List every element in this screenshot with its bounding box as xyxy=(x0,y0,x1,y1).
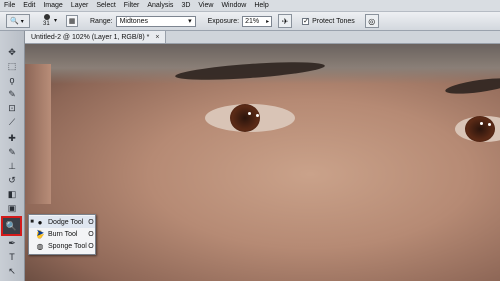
image-canvas[interactable] xyxy=(25,44,500,281)
eraser-tool-icon[interactable]: ◧ xyxy=(4,187,20,201)
ear-region xyxy=(25,64,51,204)
menu-view[interactable]: View xyxy=(194,0,217,11)
exposure-value: 21% xyxy=(245,17,260,25)
brush-size: 31 xyxy=(43,21,50,27)
dodge-icon: ● xyxy=(37,217,43,227)
chevron-down-icon: ▾ xyxy=(54,18,58,24)
flyout-item-sponge-tool[interactable]: ◍ Sponge Tool O xyxy=(29,240,95,252)
quick-selection-tool-icon[interactable]: ✎ xyxy=(4,87,20,101)
toolbox: ✥ ⬚ ϙ ✎ ⊡ ⟋ ✚ ✎ ⊥ ↺ ◧ ▣ 🔍 ✒ T ↖ xyxy=(0,31,25,281)
menu-edit[interactable]: Edit xyxy=(19,0,39,11)
options-bar: 🔍 ▾ 31 ▾ ▦ Range: Midtones ▾ Exposure: 2… xyxy=(0,12,500,31)
menu-layer[interactable]: Layer xyxy=(67,0,93,11)
menu-window[interactable]: Window xyxy=(217,0,250,11)
flyout-item-dodge-tool[interactable]: ■ ● Dodge Tool O xyxy=(29,216,95,228)
lasso-tool-icon[interactable]: ϙ xyxy=(4,73,20,87)
menu-select[interactable]: Select xyxy=(92,0,119,11)
chevron-right-icon: ▸ xyxy=(266,18,270,25)
iris-left xyxy=(230,104,260,132)
brush-panel-button[interactable]: ▦ xyxy=(66,15,78,27)
range-select[interactable]: Midtones ▾ xyxy=(115,15,196,27)
flyout-item-label: Dodge Tool xyxy=(48,218,84,226)
shortcut-key: O xyxy=(88,230,94,238)
shortcut-key: O xyxy=(88,218,94,226)
menu-filter[interactable]: Filter xyxy=(120,0,144,11)
chevron-down-icon: ▾ xyxy=(20,18,24,25)
flyout-item-label: Sponge Tool xyxy=(48,242,87,250)
type-tool-icon[interactable]: T xyxy=(4,250,20,264)
brush-tip-icon xyxy=(44,14,50,20)
menu-image[interactable]: Image xyxy=(39,0,66,11)
eye-glint xyxy=(488,123,491,126)
tablet-pressure-button[interactable]: ◎ xyxy=(364,14,379,28)
document-tab[interactable]: Untitled-2 @ 102% (Layer 1, RGB/8) * × xyxy=(25,31,167,43)
airbrush-button[interactable]: ✈ xyxy=(278,14,293,28)
sponge-icon: ◍ xyxy=(36,241,44,251)
brush-tool-icon[interactable]: ✎ xyxy=(4,145,20,159)
document-title: Untitled-2 @ 102% (Layer 1, RGB/8) * xyxy=(31,33,150,41)
menu-file[interactable]: File xyxy=(0,0,19,11)
dodge-icon: 🔍 xyxy=(10,18,19,25)
brush-preset-picker[interactable]: 31 ▾ xyxy=(40,13,62,29)
tool-preset-picker[interactable]: 🔍 ▾ xyxy=(6,14,30,28)
menu-bar: File Edit Image Layer Select Filter Anal… xyxy=(0,0,500,12)
history-brush-tool-icon[interactable]: ↺ xyxy=(4,173,20,187)
iris-right xyxy=(465,116,495,142)
menu-analysis[interactable]: Analysis xyxy=(143,0,177,11)
exposure-label: Exposure: xyxy=(207,17,240,25)
eye-glint xyxy=(248,112,251,115)
mouse-cursor-icon: ➤ xyxy=(36,228,45,239)
menu-help[interactable]: Help xyxy=(250,0,272,11)
close-icon[interactable]: × xyxy=(155,34,159,41)
shortcut-key: O xyxy=(88,242,94,250)
range-value: Midtones xyxy=(119,17,148,25)
eye-glint xyxy=(480,122,483,125)
brush-panel-icon: ▦ xyxy=(68,18,76,25)
eye-glint xyxy=(256,114,259,117)
crop-tool-icon[interactable]: ⊡ xyxy=(4,101,20,115)
marquee-tool-icon[interactable]: ⬚ xyxy=(4,59,20,73)
chevron-down-icon: ▾ xyxy=(188,18,192,25)
exposure-input[interactable]: 21% ▸ xyxy=(242,15,273,27)
dodge-tool-icon[interactable]: 🔍 xyxy=(1,216,22,236)
menu-3d[interactable]: 3D xyxy=(177,0,194,11)
protect-tones-label: Protect Tones xyxy=(312,17,355,25)
pen-tool-icon[interactable]: ✒ xyxy=(4,236,20,250)
clone-stamp-tool-icon[interactable]: ⊥ xyxy=(4,159,20,173)
pressure-icon: ◎ xyxy=(368,16,376,26)
eyedropper-tool-icon[interactable]: ⟋ xyxy=(4,115,20,129)
gradient-tool-icon[interactable]: ▣ xyxy=(4,201,20,215)
airbrush-icon: ✈ xyxy=(281,16,289,26)
flyout-item-label: Burn Tool xyxy=(48,230,78,238)
path-selection-tool-icon[interactable]: ↖ xyxy=(4,264,20,278)
range-label: Range: xyxy=(90,17,113,25)
healing-brush-tool-icon[interactable]: ✚ xyxy=(4,131,20,145)
move-tool-icon[interactable]: ✥ xyxy=(4,45,20,59)
document-tab-bar: Untitled-2 @ 102% (Layer 1, RGB/8) * × xyxy=(25,31,500,44)
protect-tones-checkbox[interactable]: ✓ xyxy=(302,17,310,25)
